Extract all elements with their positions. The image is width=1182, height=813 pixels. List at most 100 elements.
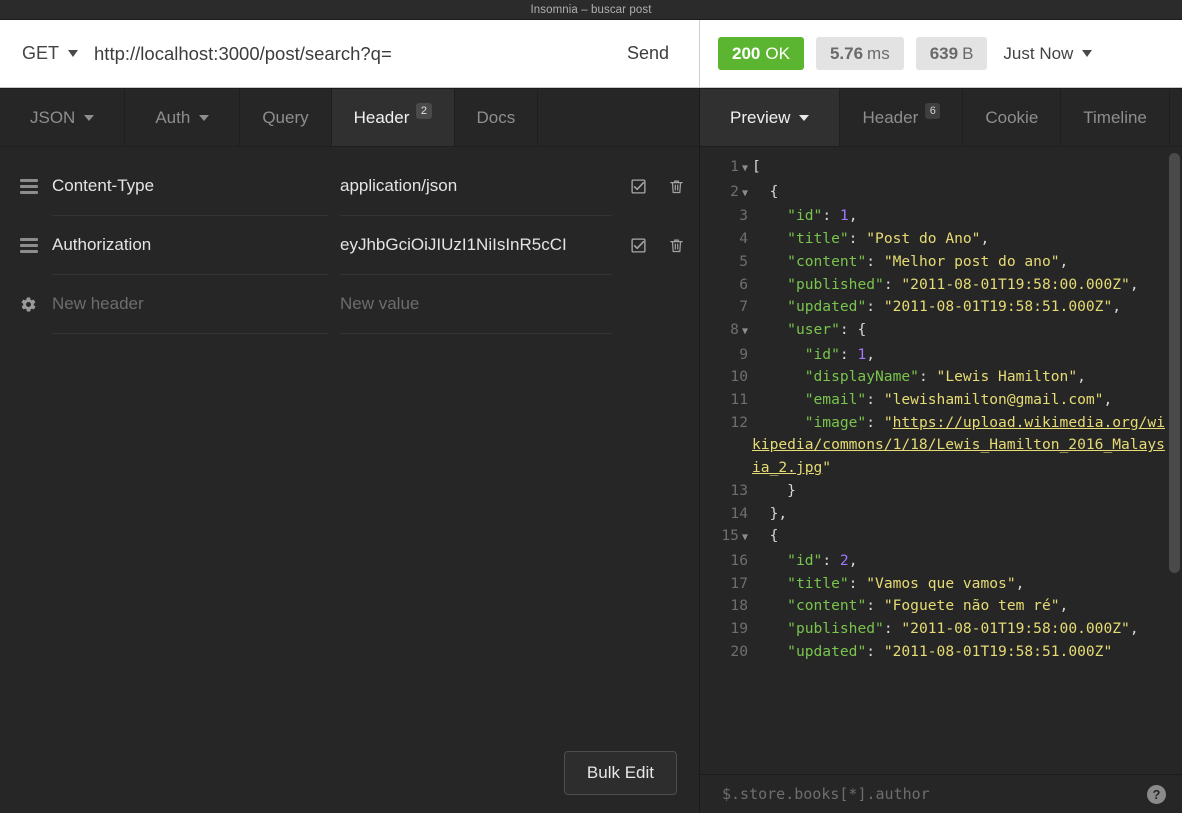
json-line-content: "updated": "2011-08-01T19:58:51.000Z" (752, 641, 1168, 664)
json-token: , (1129, 620, 1139, 638)
delete-header-icon[interactable] (666, 236, 686, 256)
request-tab-query[interactable]: Query (240, 89, 332, 146)
response-tab-preview[interactable]: Preview (700, 89, 841, 146)
send-button[interactable]: Send (609, 20, 699, 87)
request-tab-docs[interactable]: Docs (455, 89, 539, 146)
new-header-row: New header New value (0, 275, 699, 334)
json-line-content: { (752, 525, 1168, 548)
json-token: "content" (787, 252, 867, 270)
json-token: "2011-08-01T19:58:00.000Z" (901, 275, 1130, 293)
tab-label: Query (262, 107, 309, 127)
line-number: 10 (730, 368, 748, 386)
json-token: "2011-08-01T19:58:51.000Z" (883, 642, 1113, 660)
response-time-unit: ms (867, 43, 890, 63)
request-url-input[interactable] (92, 20, 609, 87)
response-tab-timeline[interactable]: Timeline (1061, 89, 1170, 146)
line-number: 18 (730, 597, 748, 615)
fold-toggle-icon[interactable]: ▼ (742, 326, 748, 337)
fold-toggle-icon[interactable]: ▼ (742, 188, 748, 199)
request-tab-json[interactable]: JSON (0, 89, 126, 146)
json-line-content: "id": 1, (752, 205, 1168, 228)
main-split: Content-Type application/json Authorizatio… (0, 147, 1182, 813)
request-tab-header[interactable]: Header 2 (331, 89, 455, 146)
json-token: : (918, 368, 937, 386)
json-line-content: } (752, 480, 1168, 503)
json-token: , (1103, 391, 1113, 409)
response-tab-cookie[interactable]: Cookie (963, 89, 1062, 146)
new-header-name-input[interactable]: New header (52, 275, 328, 334)
json-token: "title" (787, 574, 849, 592)
line-number: 1 ▼ (730, 158, 748, 175)
json-token: [ (752, 158, 761, 175)
bulk-edit-button[interactable]: Bulk Edit (563, 751, 677, 795)
window-titlebar: Insomnia – buscar post (0, 0, 1182, 20)
json-line-content: "updated": "2011-08-01T19:58:51.000Z", (752, 296, 1168, 319)
json-token: , (1059, 252, 1069, 270)
drag-handle-icon[interactable] (20, 176, 52, 197)
line-number: 14 (730, 504, 748, 522)
response-tab-header[interactable]: Header 6 (840, 89, 964, 146)
gear-icon[interactable] (20, 296, 52, 313)
json-token: : (848, 574, 867, 592)
new-header-value-input[interactable]: New value (340, 275, 612, 334)
json-line: 3 "id": 1, (700, 205, 1182, 228)
json-token: "id" (804, 345, 840, 363)
header-value-input[interactable]: eyJhbGciOiJIUzI1NiIsInR5cCI (340, 216, 612, 275)
drag-handle-icon[interactable] (20, 235, 52, 256)
json-line-content: "id": 1, (752, 344, 1168, 367)
json-token: "id" (787, 551, 823, 569)
response-status-bar: 200 OK 5.76 ms 639 B Just Now (700, 20, 1182, 88)
json-token: : { (839, 320, 867, 338)
response-history-dropdown[interactable]: Just Now (1003, 44, 1093, 64)
fold-toggle-icon[interactable]: ▼ (742, 163, 748, 174)
json-line: 1 ▼[ (700, 156, 1182, 181)
header-row-actions (622, 177, 686, 197)
header-value-input[interactable]: application/json (340, 157, 612, 216)
http-method-dropdown[interactable]: GET (0, 20, 92, 87)
response-scrollbar[interactable] (1169, 153, 1180, 573)
json-token: "updated" (787, 642, 867, 660)
json-line: 5 "content": "Melhor post do ano", (700, 251, 1182, 274)
line-number: 20 (730, 642, 748, 660)
window-title: Insomnia – buscar post (530, 3, 652, 16)
json-token: : (866, 298, 884, 316)
tab-bars: JSON Auth Query Header 2 Docs Preview Header 6 C… (0, 89, 1182, 147)
request-headers-list: Content-Type application/json Authorizatio… (0, 147, 699, 275)
json-token: "title" (787, 230, 849, 248)
header-name-input[interactable]: Authorization (52, 216, 328, 275)
json-line: 7 "updated": "2011-08-01T19:58:51.000Z", (700, 296, 1182, 319)
json-token: "2011-08-01T19:58:51.000Z" (883, 298, 1113, 316)
delete-header-icon[interactable] (666, 177, 686, 197)
json-token: "email" (804, 391, 867, 409)
help-icon[interactable]: ? (1147, 784, 1166, 804)
line-number: 8 ▼ (730, 320, 748, 338)
tab-label: Cookie (985, 107, 1039, 127)
header-row: Content-Type application/json (0, 157, 699, 216)
header-enabled-checkbox[interactable] (628, 236, 648, 256)
json-token: " (822, 459, 832, 477)
tab-label: Docs (476, 107, 516, 127)
response-size-badge: 639 B (915, 37, 988, 70)
json-token: , (1059, 597, 1069, 615)
response-filter-bar: ? (700, 774, 1182, 813)
json-token: "content" (787, 597, 867, 615)
json-line-content: }, (752, 503, 1168, 526)
json-line-content: { (752, 181, 1168, 204)
chevron-down-icon (1082, 50, 1093, 57)
json-token: "Lewis Hamilton" (936, 368, 1078, 386)
request-tab-auth[interactable]: Auth (125, 89, 241, 146)
url-status-row: GET Send 200 OK 5.76 ms 639 B Just Now (0, 20, 1182, 89)
json-token: , (1077, 368, 1086, 386)
header-name-input[interactable]: Content-Type (52, 157, 328, 216)
json-token: 2 (839, 551, 849, 569)
response-body-viewer[interactable]: 1 ▼[2 ▼ {3 "id": 1, 4 "title": "Post do Ano… (700, 147, 1182, 774)
response-filter-input[interactable] (722, 785, 1147, 803)
json-token: , (1112, 298, 1122, 316)
header-enabled-checkbox[interactable] (628, 177, 648, 197)
bulk-edit-area: Bulk Edit (0, 751, 699, 813)
json-token: }, (769, 504, 788, 522)
status-badge: 200 OK (718, 37, 804, 70)
json-line: 17 "title": "Vamos que vamos", (700, 573, 1182, 596)
fold-toggle-icon[interactable]: ▼ (742, 532, 748, 543)
tab-label: Header (353, 107, 410, 127)
